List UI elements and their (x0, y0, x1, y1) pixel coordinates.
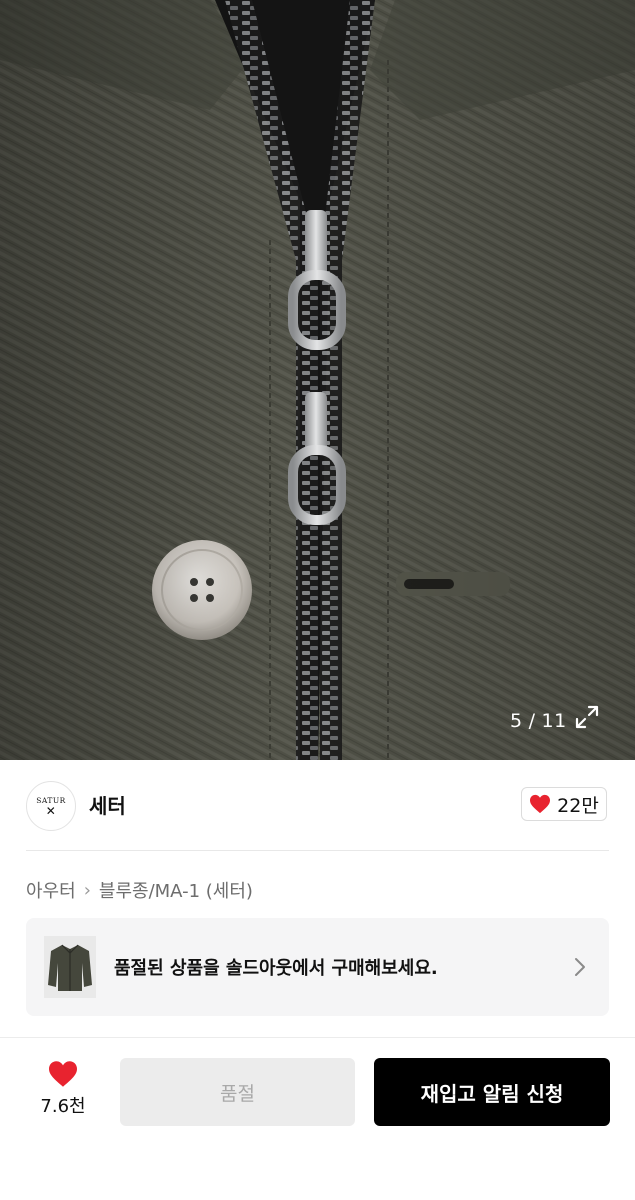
breadcrumb-item-blouson[interactable]: 블루종/MA-1 (세터) (99, 877, 253, 903)
jacket-zipper-photo (0, 0, 635, 760)
image-counter-current: 5 (510, 710, 523, 732)
breadcrumb-item-outer[interactable]: 아우터 (26, 877, 76, 903)
jacket-thumbnail (44, 936, 96, 998)
brand-logo-mark: ✕ (45, 803, 57, 818)
product-image[interactable]: 5 / 11 (0, 0, 635, 760)
brand-logo[interactable]: SATUR ✕ (26, 781, 76, 831)
soldout-banner-text: 품절된 상품을 솔드아웃에서 구매해보세요. (114, 958, 438, 979)
heart-icon (530, 794, 551, 814)
brand-row: SATUR ✕ 세터 22만 (0, 760, 635, 850)
image-counter-separator: / (528, 710, 536, 732)
section-divider (26, 850, 609, 851)
image-counter-total: 11 (541, 710, 567, 732)
breadcrumb: 아우터 › 블루종/MA-1 (세터) (26, 876, 253, 904)
brand-like-button[interactable]: 22만 (521, 787, 607, 821)
restock-alert-button[interactable]: 재입고 알림 신청 (374, 1058, 610, 1126)
soldout-button: 품절 (120, 1058, 355, 1126)
brand-like-count: 22만 (557, 794, 599, 817)
chevron-right-icon: › (83, 879, 91, 901)
chevron-right-icon (575, 958, 585, 976)
expand-icon[interactable] (574, 704, 608, 738)
bottom-bar-divider (0, 1037, 635, 1038)
heart-icon (49, 1061, 77, 1087)
wishlist-button[interactable]: 7.6천 (30, 1060, 96, 1126)
brand-name-link[interactable]: 세터 (89, 790, 126, 819)
image-counter: 5 / 11 (500, 703, 577, 739)
wishlist-count: 7.6천 (40, 1096, 86, 1117)
soldout-banner[interactable]: 품절된 상품을 솔드아웃에서 구매해보세요. (26, 918, 609, 1016)
